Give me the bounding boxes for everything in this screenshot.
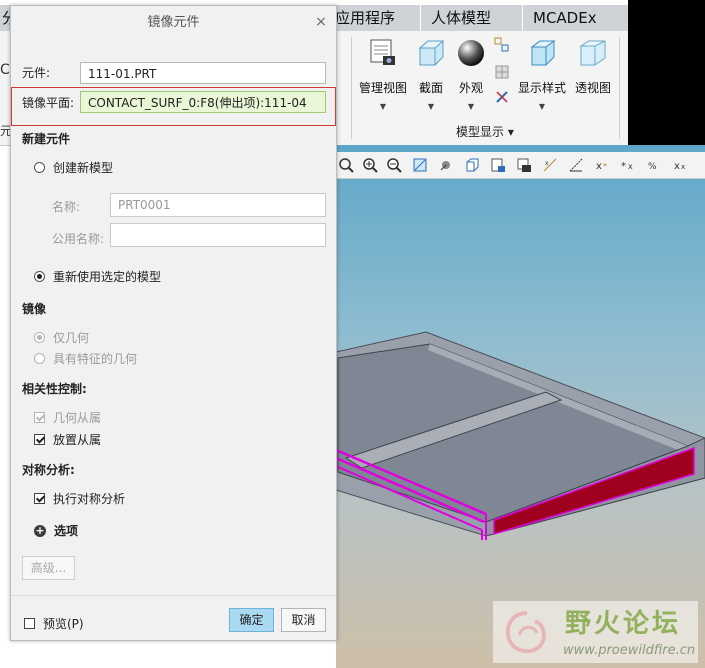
placement-dependent-checkbox[interactable]: 放置从属 bbox=[34, 431, 101, 448]
model-display-group[interactable]: 模型显示 ▾ bbox=[456, 123, 514, 140]
cube-icon bbox=[526, 37, 558, 69]
geometry-dependent-label: 几何从属 bbox=[53, 411, 102, 425]
dependency-section-title: 相关性控制: bbox=[22, 382, 87, 396]
refit-icon[interactable] bbox=[336, 155, 356, 175]
perspective-button[interactable]: 透视图 bbox=[565, 37, 621, 96]
left-edge-glyph: C bbox=[0, 62, 10, 78]
geometry-dependent-checkbox[interactable]: 几何从属 bbox=[34, 409, 101, 426]
mirror-section-title: 镜像 bbox=[22, 302, 47, 316]
tab-applications[interactable]: 应用程序 bbox=[325, 5, 405, 31]
svg-text:*: * bbox=[603, 162, 607, 171]
repaint-icon[interactable] bbox=[410, 155, 430, 175]
ribbon-group-divider bbox=[619, 37, 620, 139]
close-icon[interactable]: × bbox=[314, 15, 328, 29]
preview-checkbox[interactable]: 预览(P) bbox=[24, 615, 84, 632]
chevron-down-icon[interactable]: ▼ bbox=[443, 102, 499, 111]
watermark-logo-icon bbox=[506, 611, 546, 654]
run-symmetry-analysis-checkbox[interactable]: 执行对称分析 bbox=[34, 490, 125, 507]
symmetry-section-title: 对称分析: bbox=[22, 463, 75, 477]
create-new-model-label: 创建新模型 bbox=[53, 161, 114, 175]
view-cube-icon[interactable] bbox=[462, 155, 482, 175]
small-grid-icon[interactable] bbox=[492, 62, 512, 82]
svg-text:x: x bbox=[674, 161, 680, 172]
svg-text:x: x bbox=[545, 160, 549, 167]
geometry-only-label: 仅几何 bbox=[53, 331, 90, 345]
run-symmetry-analysis-label: 执行对称分析 bbox=[53, 492, 126, 506]
display-style-button[interactable]: 显示样式 ▼ bbox=[514, 37, 570, 111]
small-display-icon[interactable] bbox=[492, 35, 512, 55]
svg-text:x: x bbox=[681, 163, 685, 171]
mirror-component-dialog: 镜像元件 × 元件: 111-01.PRT 镜像平面: CONTACT_SURF… bbox=[10, 5, 337, 641]
dialog-footer: 预览(P) 确定 取消 bbox=[11, 595, 336, 641]
create-new-model-radio[interactable]: 创建新模型 bbox=[34, 159, 113, 176]
perspective-label: 透视图 bbox=[574, 81, 611, 95]
small-axis-icon[interactable] bbox=[492, 87, 512, 107]
appearance-label: 外观 bbox=[458, 81, 483, 95]
reuse-selected-model-label: 重新使用选定的模型 bbox=[53, 270, 162, 284]
advanced-button[interactable]: 高级... bbox=[22, 556, 75, 580]
spin-icon[interactable]: xx bbox=[670, 155, 690, 175]
common-name-input[interactable] bbox=[110, 223, 326, 247]
radio-off-disabled[interactable] bbox=[34, 353, 45, 364]
annotation-icon[interactable]: % bbox=[644, 155, 664, 175]
checkbox-checked[interactable] bbox=[34, 434, 45, 445]
datum-axis-icon[interactable] bbox=[566, 155, 586, 175]
svg-text:*: * bbox=[621, 161, 626, 172]
plus-icon[interactable]: + bbox=[34, 524, 46, 537]
options-label: 选项 bbox=[54, 524, 79, 538]
geometry-only-radio[interactable]: 仅几何 bbox=[34, 329, 89, 346]
mirror-plane-field[interactable]: CONTACT_SURF_0:F8(伸出项):111-04 bbox=[80, 91, 326, 113]
ok-button[interactable]: 确定 bbox=[229, 608, 274, 632]
svg-text:x: x bbox=[628, 162, 633, 171]
tab-mcadex-tools[interactable]: MCADEx Too bbox=[522, 5, 628, 53]
csys-icon[interactable]: * x bbox=[618, 155, 638, 175]
chevron-down-icon[interactable]: ▼ bbox=[514, 102, 570, 111]
radio-on[interactable] bbox=[34, 271, 45, 282]
camera-icon[interactable] bbox=[514, 155, 534, 175]
tab-human-model[interactable]: 人体模型 bbox=[420, 5, 501, 31]
component-field[interactable]: 111-01.PRT bbox=[80, 62, 326, 84]
zoom-out-icon[interactable] bbox=[384, 155, 404, 175]
display-style-label: 显示样式 bbox=[517, 81, 566, 95]
placement-dependent-label: 放置从属 bbox=[53, 433, 102, 447]
perspective-cube-icon bbox=[577, 37, 609, 69]
reuse-selected-model-radio[interactable]: 重新使用选定的模型 bbox=[34, 268, 161, 285]
watermark-url: www.proewildfire.cn bbox=[563, 643, 696, 658]
model-display-group-label: 模型显示 bbox=[456, 125, 505, 139]
new-component-section-title: 新建元件 bbox=[22, 132, 71, 146]
name-input[interactable]: PRT0001 bbox=[110, 193, 326, 217]
ribbon-group-divider bbox=[351, 37, 352, 139]
name-label: 名称: bbox=[52, 200, 81, 214]
black-region bbox=[628, 0, 705, 145]
radio-off[interactable] bbox=[34, 162, 45, 173]
saved-views-icon[interactable] bbox=[488, 155, 508, 175]
radio-on-disabled[interactable] bbox=[34, 332, 45, 343]
checkbox-unchecked[interactable] bbox=[24, 618, 35, 629]
zoom-in-icon[interactable] bbox=[360, 155, 380, 175]
dialog-title: 镜像元件 bbox=[147, 15, 200, 30]
common-name-label: 公用名称: bbox=[52, 232, 105, 246]
datum-point-icon[interactable]: x * bbox=[592, 155, 612, 175]
mirror-plane-label: 镜像平面: bbox=[22, 96, 75, 110]
sphere-icon bbox=[455, 37, 487, 69]
appearance-button[interactable]: 外观 ▼ bbox=[443, 37, 499, 111]
spin-center-icon[interactable] bbox=[436, 155, 456, 175]
svg-text:%: % bbox=[648, 162, 657, 172]
checkbox-checked-disabled[interactable] bbox=[34, 412, 45, 423]
geometry-with-features-label: 具有特征的几何 bbox=[53, 352, 138, 366]
datum-plane-icon[interactable]: x bbox=[540, 155, 560, 175]
cancel-button[interactable]: 取消 bbox=[281, 608, 326, 632]
options-expander[interactable]: + 选项 bbox=[34, 522, 78, 539]
watermark-title: 野火论坛 bbox=[565, 609, 682, 639]
checkbox-checked[interactable] bbox=[34, 493, 45, 504]
geometry-with-features-radio[interactable]: 具有特征的几何 bbox=[34, 350, 137, 367]
tray-model[interactable] bbox=[335, 300, 705, 563]
graphics-toolbar: x x * * x % xx bbox=[336, 152, 705, 179]
component-label: 元件: bbox=[22, 66, 51, 80]
preview-label: 预览(P) bbox=[43, 617, 84, 631]
svg-text:x: x bbox=[596, 161, 602, 172]
watermark: 野火论坛 www.proewildfire.cn bbox=[493, 601, 698, 663]
manage-views-icon bbox=[367, 37, 399, 69]
